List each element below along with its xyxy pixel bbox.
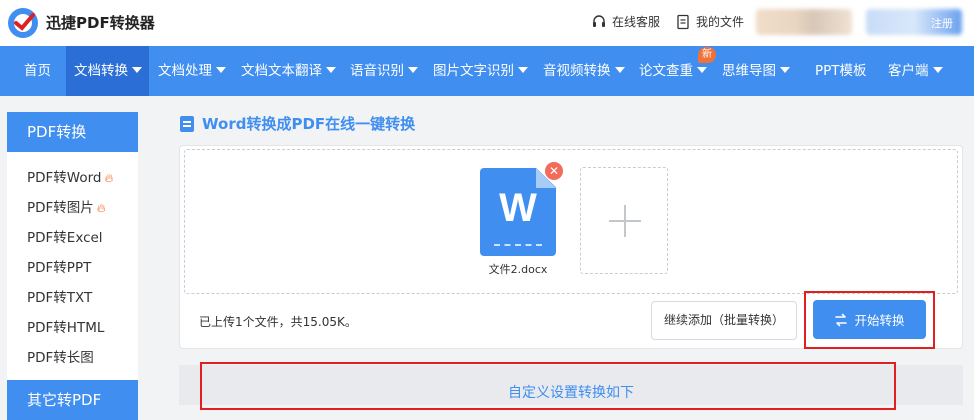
file-dropzone[interactable] bbox=[184, 149, 958, 294]
word-file-icon: W bbox=[480, 168, 556, 256]
continue-add-button[interactable]: 继续添加（批量转换） bbox=[651, 301, 797, 340]
caret-down-icon bbox=[216, 67, 226, 73]
nav-label: 音视频转换 bbox=[543, 63, 611, 79]
nav-label: 文档文本翻译 bbox=[241, 63, 322, 79]
sidebar-item-pdf-to-txt[interactable]: PDF转TXT bbox=[27, 286, 92, 306]
sidebar-item-label: PDF转HTML bbox=[27, 320, 105, 336]
sidebar: PDF转换 PDF转Word 🔥︎ PDF转图片 🔥︎ PDF转Excel PDF转… bbox=[7, 112, 138, 420]
page-title-text: Word转换成PDF在线一键转换 bbox=[202, 115, 416, 133]
sidebar-item-pdf-to-excel[interactable]: PDF转Excel bbox=[27, 226, 103, 246]
sidebar-item-label: PDF转长图 bbox=[27, 350, 94, 366]
nav-item-translate[interactable]: 文档文本翻译 bbox=[241, 46, 336, 96]
file-list-icon bbox=[677, 14, 689, 29]
sidebar-item-pdf-to-long-image[interactable]: PDF转长图 bbox=[27, 346, 94, 366]
nav-label: 思维导图 bbox=[722, 63, 776, 79]
file-icon-line bbox=[494, 244, 542, 246]
caret-down-icon bbox=[614, 67, 625, 73]
caret-down-icon bbox=[408, 67, 418, 73]
sidebar-item-pdf-to-image[interactable]: PDF转图片 🔥︎ bbox=[27, 196, 106, 216]
uploaded-file-card[interactable]: W bbox=[480, 168, 556, 256]
sidebar-item-pdf-to-html[interactable]: PDF转HTML bbox=[27, 316, 104, 336]
start-convert-label: 开始转换 bbox=[854, 313, 905, 328]
swap-icon bbox=[835, 313, 848, 326]
sidebar-heading-other[interactable]: 其它转PDF bbox=[7, 380, 138, 420]
nav-item-ppt[interactable]: PPT模板 bbox=[815, 46, 867, 96]
caret-down-icon bbox=[518, 67, 528, 73]
sidebar-item-label: PDF转PPT bbox=[27, 260, 92, 276]
nav-item-plagiarism[interactable]: 论文查重 bbox=[639, 46, 707, 96]
sidebar-item-pdf-to-ppt[interactable]: PDF转PPT bbox=[27, 256, 91, 276]
sidebar-item-label: PDF转TXT bbox=[27, 290, 93, 306]
register-label: 注册 bbox=[931, 17, 953, 30]
custom-settings-toggle[interactable]: 自定义设置转换如下 bbox=[200, 382, 942, 402]
brand-logo-icon[interactable] bbox=[6, 6, 40, 40]
online-support-link[interactable]: 在线客服 bbox=[591, 13, 660, 30]
file-name: 文件2.docx bbox=[488, 263, 548, 276]
sidebar-item-label: PDF转图片 bbox=[27, 200, 94, 216]
remove-file-icon[interactable]: ✕ bbox=[545, 162, 563, 180]
brand-name[interactable]: 迅捷PDF转换器 bbox=[46, 12, 155, 33]
nav-item-home[interactable]: 首页 bbox=[14, 46, 60, 96]
fire-icon: 🔥︎ bbox=[104, 171, 114, 185]
nav-label: 文档处理 bbox=[158, 63, 212, 79]
nav-label: 文档转换 bbox=[74, 63, 128, 79]
nav-label: 论文查重 bbox=[639, 63, 693, 79]
new-badge: 新 bbox=[698, 47, 716, 63]
nav-label: 语音识别 bbox=[350, 63, 404, 79]
caret-down-icon bbox=[697, 67, 707, 73]
nav-item-ocr[interactable]: 图片文字识别 bbox=[433, 46, 528, 96]
upload-status: 已上传1个文件，共15.05K。 bbox=[199, 315, 357, 329]
nav-label: 客户端 bbox=[888, 63, 929, 79]
start-convert-button[interactable]: 开始转换 bbox=[813, 300, 926, 339]
sidebar-item-pdf-to-word[interactable]: PDF转Word 🔥︎ bbox=[27, 166, 113, 186]
nav-item-speech[interactable]: 语音识别 bbox=[350, 46, 418, 96]
fire-icon: 🔥︎ bbox=[96, 201, 106, 215]
page-title: Word转换成PDF在线一键转换 bbox=[180, 113, 415, 134]
nav-item-mindmap[interactable]: 思维导图 bbox=[722, 46, 790, 96]
nav-item-doc-convert[interactable]: 文档转换 bbox=[66, 46, 149, 96]
word-letter: W bbox=[499, 186, 537, 230]
document-icon bbox=[180, 115, 194, 132]
main-nav: 首页 文档转换 文档处理 文档文本翻译 语音识别 图片文字识别 音视频转换 论文… bbox=[0, 46, 974, 96]
sidebar-heading[interactable]: PDF转换 bbox=[7, 112, 138, 152]
sidebar-item-label: PDF转Word bbox=[27, 170, 102, 186]
online-support-label: 在线客服 bbox=[612, 15, 661, 29]
nav-label: 首页 bbox=[24, 63, 51, 79]
nav-item-av-convert[interactable]: 音视频转换 bbox=[543, 46, 625, 96]
sidebar-item-label: PDF转Excel bbox=[27, 230, 103, 246]
blurred-user-info bbox=[756, 9, 852, 35]
nav-label: 图片文字识别 bbox=[433, 63, 514, 79]
my-files-label: 我的文件 bbox=[696, 15, 745, 29]
caret-down-icon bbox=[932, 67, 943, 73]
plus-icon-vertical bbox=[624, 205, 626, 237]
nav-label: PPT模板 bbox=[815, 63, 867, 79]
caret-down-icon bbox=[132, 67, 142, 73]
caret-down-icon bbox=[326, 67, 336, 73]
caret-down-icon bbox=[780, 67, 790, 73]
add-file-button[interactable] bbox=[580, 167, 668, 274]
my-files-link[interactable]: 我的文件 bbox=[675, 13, 744, 30]
headset-icon bbox=[593, 14, 605, 27]
nav-item-doc-process[interactable]: 文档处理 bbox=[158, 46, 226, 96]
nav-item-client[interactable]: 客户端 bbox=[888, 46, 943, 96]
top-header: 迅捷PDF转换器 在线客服 我的文件 注册 bbox=[0, 0, 974, 46]
